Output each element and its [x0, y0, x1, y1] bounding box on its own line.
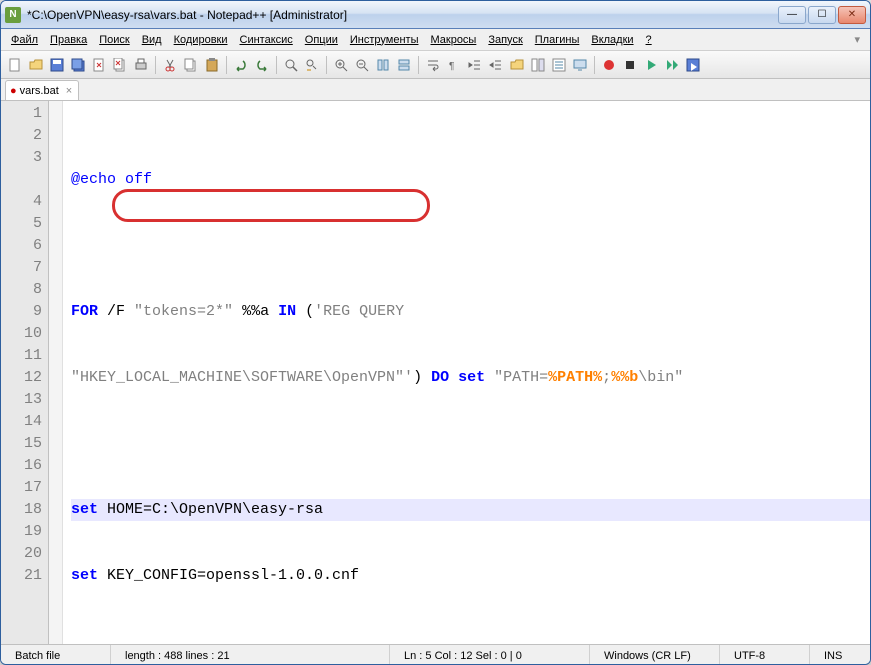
wordwrap-icon[interactable]	[423, 55, 443, 75]
close-file-icon[interactable]	[89, 55, 109, 75]
doc-map-icon[interactable]	[528, 55, 548, 75]
monitor-icon[interactable]	[570, 55, 590, 75]
menu-extra[interactable]: ▾	[848, 30, 866, 49]
status-filetype: Batch file	[1, 645, 111, 665]
menu-view[interactable]: Вид	[136, 31, 168, 49]
menubar: Файл Правка Поиск Вид Кодировки Синтакси…	[1, 29, 870, 51]
app-window: N *C:\OpenVPN\easy-rsa\vars.bat - Notepa…	[0, 0, 871, 665]
menu-syntax[interactable]: Синтаксис	[234, 31, 299, 49]
statusbar: Batch file length : 488 lines : 21 Ln : …	[1, 644, 870, 665]
menu-help[interactable]: ?	[640, 31, 658, 49]
menu-tools[interactable]: Инструменты	[344, 31, 425, 49]
outdent-icon[interactable]	[486, 55, 506, 75]
close-all-icon[interactable]	[110, 55, 130, 75]
menu-encoding[interactable]: Кодировки	[168, 31, 234, 49]
status-insert-mode[interactable]: INS	[810, 645, 870, 665]
menu-search[interactable]: Поиск	[93, 31, 135, 49]
titlebar[interactable]: N *C:\OpenVPN\easy-rsa\vars.bat - Notepa…	[1, 1, 870, 29]
tab-close-icon[interactable]: ×	[66, 85, 72, 97]
new-file-icon[interactable]	[5, 55, 25, 75]
menu-macros[interactable]: Макросы	[424, 31, 482, 49]
sync-v-icon[interactable]	[373, 55, 393, 75]
indent-icon[interactable]	[465, 55, 485, 75]
maximize-button[interactable]: ☐	[808, 6, 836, 24]
modified-indicator-icon: ●	[10, 85, 17, 97]
redo-icon[interactable]	[252, 55, 272, 75]
folder-icon[interactable]	[507, 55, 527, 75]
status-eol[interactable]: Windows (CR LF)	[590, 645, 720, 665]
close-button[interactable]: ✕	[838, 6, 866, 24]
macro-rec-icon[interactable]	[599, 55, 619, 75]
paste-icon[interactable]	[202, 55, 222, 75]
zoom-out-icon[interactable]	[352, 55, 372, 75]
sync-h-icon[interactable]	[394, 55, 414, 75]
menu-run[interactable]: Запуск	[482, 31, 528, 49]
status-position: Ln : 5 Col : 12 Sel : 0 | 0	[390, 645, 590, 665]
macro-play-multi-icon[interactable]	[662, 55, 682, 75]
cut-icon[interactable]	[160, 55, 180, 75]
editor: 1 2 3 4 5 6 7 8 9 10 11 12 13 14 15 16 1…	[1, 101, 870, 644]
macro-play-icon[interactable]	[641, 55, 661, 75]
macro-stop-icon[interactable]	[620, 55, 640, 75]
status-length: length : 488 lines : 21	[111, 645, 390, 665]
svg-text:¶: ¶	[449, 61, 454, 72]
window-title: *C:\OpenVPN\easy-rsa\vars.bat - Notepad+…	[27, 8, 778, 22]
menu-options[interactable]: Опции	[299, 31, 344, 49]
menu-file[interactable]: Файл	[5, 31, 44, 49]
zoom-in-icon[interactable]	[331, 55, 351, 75]
print-icon[interactable]	[131, 55, 151, 75]
status-encoding[interactable]: UTF-8	[720, 645, 810, 665]
fold-margin	[49, 101, 63, 644]
app-icon: N	[5, 7, 21, 23]
save-icon[interactable]	[47, 55, 67, 75]
menu-tabs[interactable]: Вкладки	[585, 31, 639, 49]
window-controls: — ☐ ✕	[778, 6, 866, 24]
save-all-icon[interactable]	[68, 55, 88, 75]
minimize-button[interactable]: —	[778, 6, 806, 24]
func-list-icon[interactable]	[549, 55, 569, 75]
show-all-icon[interactable]: ¶	[444, 55, 464, 75]
toolbar: ¶	[1, 51, 870, 79]
menu-edit[interactable]: Правка	[44, 31, 93, 49]
find-icon[interactable]	[281, 55, 301, 75]
copy-icon[interactable]	[181, 55, 201, 75]
tab-vars-bat[interactable]: ● vars.bat ×	[5, 80, 79, 100]
code-area[interactable]: @echo off FOR /F "tokens=2*" %%a IN ('RE…	[63, 101, 870, 644]
annotation-highlight	[112, 189, 430, 222]
tab-label: vars.bat	[20, 85, 59, 97]
undo-icon[interactable]	[231, 55, 251, 75]
replace-icon[interactable]	[302, 55, 322, 75]
open-file-icon[interactable]	[26, 55, 46, 75]
tabstrip: ● vars.bat ×	[1, 79, 870, 101]
menu-plugins[interactable]: Плагины	[529, 31, 586, 49]
line-number-gutter: 1 2 3 4 5 6 7 8 9 10 11 12 13 14 15 16 1…	[1, 101, 49, 644]
macro-save-icon[interactable]	[683, 55, 703, 75]
